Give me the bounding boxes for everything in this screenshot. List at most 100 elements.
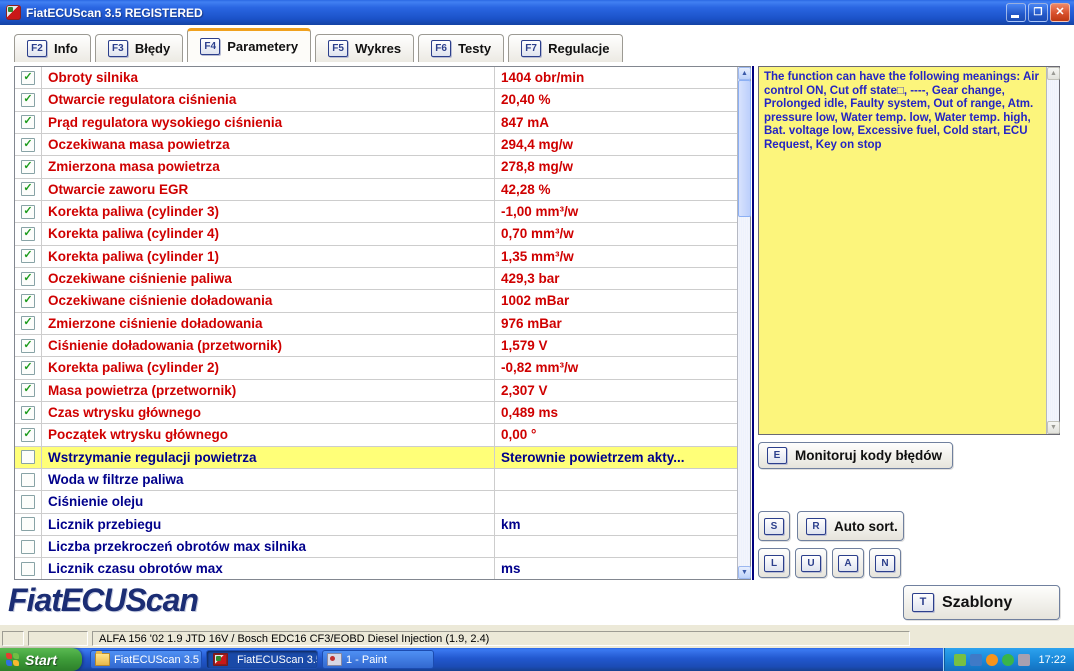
shortcut-t-badge: T [912, 593, 934, 612]
unchecked-checkbox[interactable] [21, 495, 35, 509]
checked-checkbox[interactable]: ✓ [21, 227, 35, 241]
shortcut-a-badge: A [838, 555, 858, 572]
table-row[interactable]: ✓Korekta paliwa (cylinder 4)0,70 mm³/w [15, 223, 737, 245]
system-tray: 17:22 [943, 648, 1074, 671]
table-row[interactable]: Woda w filtrze paliwa [15, 469, 737, 491]
a-button[interactable]: A [832, 548, 864, 578]
table-row[interactable]: ✓Oczekiwane ciśnienie doładowania1002 mB… [15, 290, 737, 312]
u-button[interactable]: U [795, 548, 827, 578]
parameter-value: ms [495, 558, 737, 579]
restore-button[interactable] [1028, 3, 1048, 22]
tab-wykres[interactable]: F5Wykres [315, 34, 414, 62]
tab-parametery[interactable]: F4Parametery [187, 28, 311, 62]
table-row[interactable]: ✓Ciśnienie doładowania (przetwornik)1,57… [15, 335, 737, 357]
table-row[interactable]: ✓Początek wtrysku głównego0,00 ° [15, 424, 737, 446]
table-row[interactable]: ✓Zmierzone ciśnienie doładowania976 mBar [15, 313, 737, 335]
taskbar-item[interactable]: 1 - Paint [322, 650, 434, 669]
parameter-name: Licznik czasu obrotów max [42, 558, 495, 579]
tab-info[interactable]: F2Info [14, 34, 91, 62]
table-row[interactable]: ✓Masa powietrza (przetwornik)2,307 V [15, 380, 737, 402]
windows-flag-icon [6, 653, 20, 667]
table-row[interactable]: ✓Korekta paliwa (cylinder 1)1,35 mm³/w [15, 246, 737, 268]
taskbar-item[interactable]: FiatECUScan 3.5 REG... [206, 650, 318, 669]
table-row[interactable]: ✓Zmierzona masa powietrza278,8 mg/w [15, 156, 737, 178]
tray-icon-network[interactable] [970, 654, 982, 666]
row-checkbox-cell: ✓ [15, 156, 42, 177]
unchecked-checkbox[interactable] [21, 517, 35, 531]
checked-checkbox[interactable]: ✓ [21, 182, 35, 196]
table-row[interactable]: Wstrzymanie regulacji powietrzaSterownie… [15, 447, 737, 469]
checked-checkbox[interactable]: ✓ [21, 160, 35, 174]
tray-icon-green-app[interactable] [1002, 654, 1014, 666]
checked-checkbox[interactable]: ✓ [21, 272, 35, 286]
checked-checkbox[interactable]: ✓ [21, 339, 35, 353]
checked-checkbox[interactable]: ✓ [21, 361, 35, 375]
checked-checkbox[interactable]: ✓ [21, 406, 35, 420]
tab-label: Regulacje [548, 41, 609, 56]
info-scrollbar[interactable]: ▲ ▼ [1046, 67, 1059, 434]
monitor-error-codes-button[interactable]: E Monitoruj kody błędów [758, 442, 953, 469]
tab-błędy[interactable]: F3Błędy [95, 34, 183, 62]
tray-icon-orange-app[interactable] [986, 654, 998, 666]
table-row[interactable]: Licznik przebiegukm [15, 514, 737, 536]
minimize-button[interactable] [1006, 3, 1026, 22]
close-button[interactable]: ✕ [1050, 3, 1070, 22]
table-row[interactable]: ✓Korekta paliwa (cylinder 3)-1,00 mm³/w [15, 201, 737, 223]
checked-checkbox[interactable]: ✓ [21, 115, 35, 129]
checked-checkbox[interactable]: ✓ [21, 205, 35, 219]
shortcut-n-badge: N [875, 555, 895, 572]
parameters-table: ✓Obroty silnika1404 obr/min✓Otwarcie reg… [14, 66, 751, 580]
parameter-value: 20,40 % [495, 89, 737, 110]
info-scroll-up-icon[interactable]: ▲ [1047, 67, 1060, 80]
parameter-value: 0,70 mm³/w [495, 223, 737, 244]
taskbar-item[interactable]: FiatECUScan 3.5 PEL... [90, 650, 202, 669]
table-row[interactable]: ✓Prąd regulatora wysokiego ciśnienia847 … [15, 112, 737, 134]
checked-checkbox[interactable]: ✓ [21, 316, 35, 330]
checked-checkbox[interactable]: ✓ [21, 93, 35, 107]
table-row[interactable]: Licznik czasu obrotów maxms [15, 558, 737, 579]
info-scroll-down-icon[interactable]: ▼ [1047, 421, 1060, 434]
parameter-value: 2,307 V [495, 380, 737, 401]
start-label: Start [25, 652, 57, 668]
n-button[interactable]: N [869, 548, 901, 578]
tab-regulacje[interactable]: F7Regulacje [508, 34, 622, 62]
s-button[interactable]: S [758, 511, 790, 541]
table-scrollbar[interactable]: ▲ ▼ [737, 67, 750, 579]
start-button[interactable]: Start [0, 648, 82, 671]
tray-icon-device[interactable] [954, 654, 966, 666]
unchecked-checkbox[interactable] [21, 450, 35, 464]
unchecked-checkbox[interactable] [21, 540, 35, 554]
checked-checkbox[interactable]: ✓ [21, 249, 35, 263]
parameter-value: 976 mBar [495, 313, 737, 334]
table-row[interactable]: ✓Korekta paliwa (cylinder 2)-0,82 mm³/w [15, 357, 737, 379]
checked-checkbox[interactable]: ✓ [21, 138, 35, 152]
checked-checkbox[interactable]: ✓ [21, 383, 35, 397]
templates-button[interactable]: T Szablony [903, 585, 1060, 620]
checked-checkbox[interactable]: ✓ [21, 428, 35, 442]
table-row[interactable]: Liczba przekroczeń obrotów max silnika [15, 536, 737, 558]
row-checkbox-cell: ✓ [15, 268, 42, 289]
parameter-value: 1,35 mm³/w [495, 246, 737, 267]
scroll-up-icon[interactable]: ▲ [738, 67, 751, 80]
table-row[interactable]: ✓Oczekiwane ciśnienie paliwa429,3 bar [15, 268, 737, 290]
table-row[interactable]: ✓Czas wtrysku głównego0,489 ms [15, 402, 737, 424]
tab-testy[interactable]: F6Testy [418, 34, 504, 62]
unchecked-checkbox[interactable] [21, 473, 35, 487]
auto-sort-button[interactable]: R Auto sort. [797, 511, 904, 541]
l-button[interactable]: L [758, 548, 790, 578]
scroll-down-icon[interactable]: ▼ [738, 566, 751, 579]
checked-checkbox[interactable]: ✓ [21, 294, 35, 308]
checked-checkbox[interactable]: ✓ [21, 71, 35, 85]
table-row[interactable]: ✓Oczekiwana masa powietrza294,4 mg/w [15, 134, 737, 156]
scrollbar-thumb[interactable] [738, 80, 751, 217]
table-row[interactable]: ✓Obroty silnika1404 obr/min [15, 67, 737, 89]
paint-icon [327, 653, 342, 666]
tray-icon-gray-app[interactable] [1018, 654, 1030, 666]
table-row[interactable]: Ciśnienie oleju [15, 491, 737, 513]
table-row[interactable]: ✓Otwarcie regulatora ciśnienia20,40 % [15, 89, 737, 111]
tab-label: Wykres [355, 41, 401, 56]
table-row[interactable]: ✓Otwarcie zaworu EGR42,28 % [15, 179, 737, 201]
vehicle-status-panel: ALFA 156 '02 1.9 JTD 16V / Bosch EDC16 C… [92, 631, 910, 646]
templates-label: Szablony [942, 594, 1012, 612]
unchecked-checkbox[interactable] [21, 562, 35, 576]
